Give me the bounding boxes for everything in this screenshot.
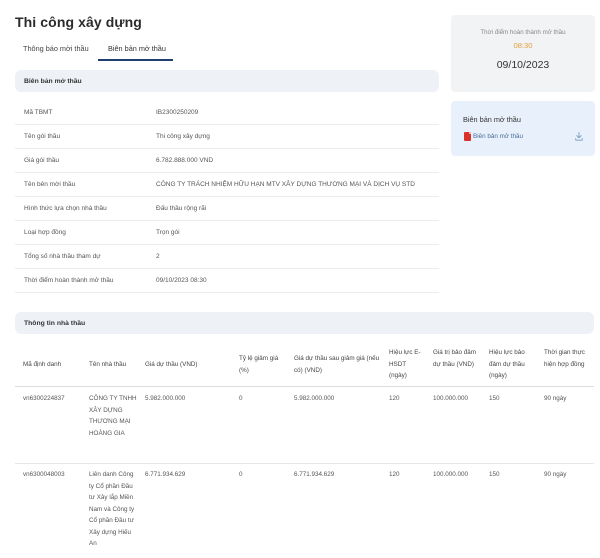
tab-bid-opening-record[interactable]: Biên bản mở thầu <box>108 44 166 53</box>
table-cell: vn6300224837 <box>23 395 65 402</box>
table-cell: 5.982.000.000 <box>145 395 186 402</box>
info-row-bidder-count: Tổng số nhà thầu tham dự 2 <box>15 245 439 269</box>
active-tab-indicator <box>98 59 173 61</box>
file-card-title: Biên bản mở thầu <box>463 115 521 124</box>
section-header-bidder-info: Thông tin nhà thầu <box>15 312 594 334</box>
info-row-package-price: Giá gói thầu 6.782.888.000 VND <box>15 149 439 173</box>
table-cell: 90 ngày <box>544 471 567 478</box>
column-header: Tên nhà thầu <box>89 361 127 368</box>
info-value: 09/10/2023 08:30 <box>156 277 207 284</box>
table-cell: 150 <box>489 471 500 478</box>
table-row: vn6300048003 Liên danh Công ty Cổ phần Đ… <box>15 464 594 558</box>
table-cell: CÔNG TY TNHH XÂY DỰNG THƯƠNG MẠI HOÀNG G… <box>89 395 137 437</box>
info-value: Thi công xây dựng <box>156 133 210 140</box>
table-cell: 120 <box>389 395 400 402</box>
info-label: Tên bên mời thầu <box>24 181 76 188</box>
table-header-row: Mã định danh Tên nhà thầu Giá dự thầu (V… <box>15 343 594 387</box>
info-label: Tổng số nhà thầu tham dự <box>24 253 101 260</box>
info-label: Loại hợp đồng <box>24 229 66 236</box>
info-value: Đấu thầu rộng rãi <box>156 205 207 212</box>
tab-bid-notice[interactable]: Thông báo mời thầu <box>23 44 89 53</box>
completion-time-card: Thời điểm hoàn thành mở thầu 08:30 09/10… <box>451 15 595 92</box>
info-value: Trọn gói <box>156 229 180 236</box>
table-cell: 100.000.000 <box>433 471 469 478</box>
opening-info-table: Mã TBMT IB2300250209 Tên gói thầu Thi cô… <box>15 101 439 293</box>
column-header: Giá trị bảo đảm dự thầu (VND) <box>433 349 477 368</box>
column-header: Giá dự thầu (VND) <box>145 361 198 368</box>
info-label: Hình thức lựa chọn nhà thầu <box>24 205 107 212</box>
table-cell: Liên danh Công ty Cổ phần Đầu tư Xây lắp… <box>89 471 135 547</box>
info-row-selection-method: Hình thức lựa chọn nhà thầu Đấu thầu rộn… <box>15 197 439 221</box>
info-row-procuring-entity: Tên bên mời thầu CÔNG TY TRÁCH NHIỆM HỮU… <box>15 173 439 197</box>
info-row-completion-time: Thời điểm hoàn thành mở thầu 09/10/2023 … <box>15 269 439 293</box>
table-cell: 90 ngày <box>544 395 567 402</box>
tab-bar: Thông báo mời thầu Biên bản mở thầu <box>15 42 439 63</box>
column-header: Hiệu lực E-HSDT (ngày) <box>389 349 421 379</box>
table-cell: vn6300048003 <box>23 471 65 478</box>
table-row: vn6300224837 CÔNG TY TNHH XÂY DỰNG THƯƠN… <box>15 387 594 464</box>
section-header-opening-record: Biên bản mở thầu <box>15 70 439 92</box>
info-label: Mã TBMT <box>24 109 53 116</box>
page-title: Thi công xây dựng <box>15 14 142 30</box>
column-header: Mã định danh <box>23 361 62 368</box>
pdf-file-icon <box>464 132 471 141</box>
table-cell: 100.000.000 <box>433 395 469 402</box>
completion-date-value: 09/10/2023 <box>496 59 550 71</box>
info-row-package-name: Tên gói thầu Thi công xây dựng <box>15 125 439 149</box>
table-cell: 5.982.000.000 <box>294 395 335 402</box>
table-cell: 0 <box>239 471 243 478</box>
completion-time-label: Thời điểm hoàn thành mở thầu <box>480 29 566 36</box>
column-header: Giá dự thầu sau giảm giá (nếu có) (VND) <box>294 355 380 374</box>
info-label: Giá gói thầu <box>24 157 60 164</box>
table-cell: 6.771.934.629 <box>145 471 186 478</box>
opening-record-file-link[interactable]: Biên bản mở thầu <box>473 133 523 140</box>
opening-record-file-card: Biên bản mở thầu Biên bản mở thầu <box>451 101 595 156</box>
info-value: CÔNG TY TRÁCH NHIỆM HỮU HẠN MTV XÂY DỰNG… <box>156 181 415 188</box>
info-label: Thời điểm hoàn thành mở thầu <box>24 277 114 284</box>
download-icon[interactable] <box>575 132 583 141</box>
column-header: Thời gian thực hiện hợp đồng <box>544 349 585 368</box>
table-cell: 120 <box>389 471 400 478</box>
info-value: 6.782.888.000 VND <box>156 157 214 164</box>
column-header: Tỷ lệ giảm giá (%) <box>239 355 279 374</box>
bidder-table: Mã định danh Tên nhà thầu Giá dự thầu (V… <box>15 343 594 558</box>
info-value: 2 <box>156 253 160 260</box>
table-cell: 0 <box>239 395 243 402</box>
info-label: Tên gói thầu <box>24 133 61 140</box>
table-cell: 6.771.934.629 <box>294 471 335 478</box>
file-row: Biên bản mở thầu <box>464 132 583 142</box>
completion-time-value: 08:30 <box>513 41 533 50</box>
info-row-contract-type: Loại hợp đồng Trọn gói <box>15 221 439 245</box>
table-cell: 150 <box>489 395 500 402</box>
column-header: Hiệu lực bảo đảm dự thầu (ngày) <box>489 349 525 379</box>
info-value: IB2300250209 <box>156 109 199 116</box>
info-row-notice-code: Mã TBMT IB2300250209 <box>15 101 439 125</box>
